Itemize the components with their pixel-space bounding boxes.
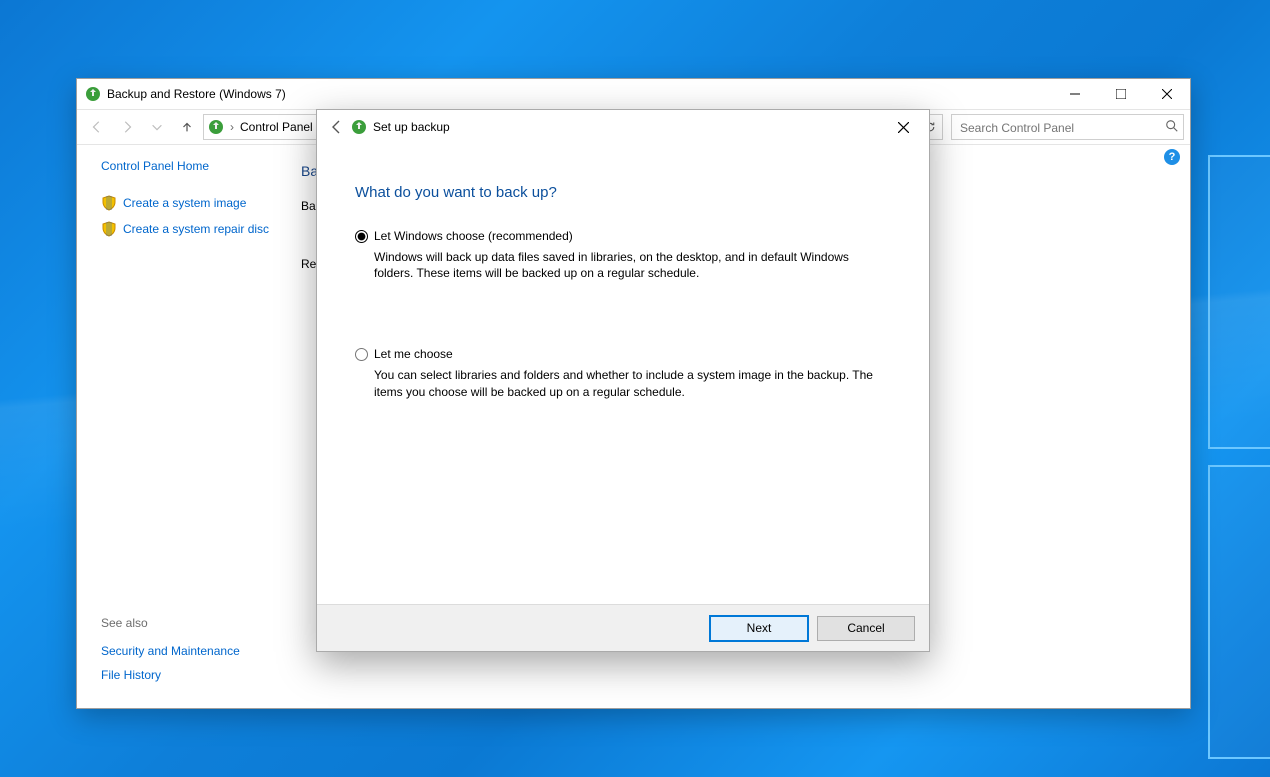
close-icon [898, 122, 909, 133]
see-also-link-security[interactable]: Security and Maintenance [101, 644, 301, 658]
close-button[interactable] [1144, 79, 1190, 109]
chevron-right-icon: › [230, 120, 234, 134]
see-also: See also Security and Maintenance File H… [101, 616, 301, 692]
option-label: Let me choose [374, 347, 453, 361]
option-let-me-choose[interactable]: Let me choose You can select libraries a… [355, 347, 891, 399]
sidebar-item-label: Create a system image [123, 196, 246, 210]
search-icon [1165, 119, 1179, 133]
nav-up-button[interactable] [173, 115, 201, 139]
minimize-button[interactable] [1052, 79, 1098, 109]
search-input[interactable] [958, 115, 1163, 141]
backup-icon [85, 86, 101, 102]
option-windows-choose[interactable]: Let Windows choose (recommended) Windows… [355, 229, 891, 281]
next-button[interactable]: Next [709, 615, 809, 642]
setup-backup-dialog: Set up backup What do you want to back u… [316, 109, 930, 652]
see-also-label: See also [101, 616, 301, 630]
dialog-footer: Next Cancel [317, 604, 929, 651]
backup-icon [208, 119, 224, 135]
radio-let-me-choose[interactable] [355, 348, 368, 361]
nav-forward-button[interactable] [113, 115, 141, 139]
radio-windows-choose[interactable] [355, 230, 368, 243]
see-also-link-filehistory[interactable]: File History [101, 668, 301, 682]
maximize-button[interactable] [1098, 79, 1144, 109]
sidebar-item-label: Create a system repair disc [123, 222, 269, 236]
titlebar[interactable]: Backup and Restore (Windows 7) [77, 79, 1190, 110]
shield-icon [101, 221, 117, 237]
dialog-close-button[interactable] [883, 113, 923, 141]
dialog-body: What do you want to back up? Let Windows… [317, 144, 929, 604]
arrow-left-icon [329, 119, 345, 135]
breadcrumb-item[interactable]: Control Panel [240, 120, 313, 134]
option-label: Let Windows choose (recommended) [374, 229, 573, 243]
desktop-accent [1208, 465, 1270, 759]
dialog-titlebar[interactable]: Set up backup [317, 110, 929, 144]
sidebar-item-repair-disc[interactable]: Create a system repair disc [101, 221, 289, 237]
sidebar-item-system-image[interactable]: Create a system image [101, 195, 289, 211]
backup-icon [351, 119, 367, 135]
cancel-button[interactable]: Cancel [817, 616, 915, 641]
help-icon[interactable]: ? [1164, 149, 1180, 165]
shield-icon [101, 195, 117, 211]
search-box[interactable] [951, 114, 1184, 140]
desktop-accent [1208, 155, 1270, 449]
window-title: Backup and Restore (Windows 7) [107, 87, 1052, 101]
dialog-heading: What do you want to back up? [355, 184, 891, 201]
option-description: You can select libraries and folders and… [374, 367, 891, 399]
dialog-back-button[interactable] [323, 119, 351, 135]
option-description: Windows will back up data files saved in… [374, 249, 891, 281]
control-panel-home-link[interactable]: Control Panel Home [101, 159, 289, 173]
dialog-title: Set up backup [373, 120, 883, 134]
nav-back-button[interactable] [83, 115, 111, 139]
nav-history-button[interactable] [143, 115, 171, 139]
